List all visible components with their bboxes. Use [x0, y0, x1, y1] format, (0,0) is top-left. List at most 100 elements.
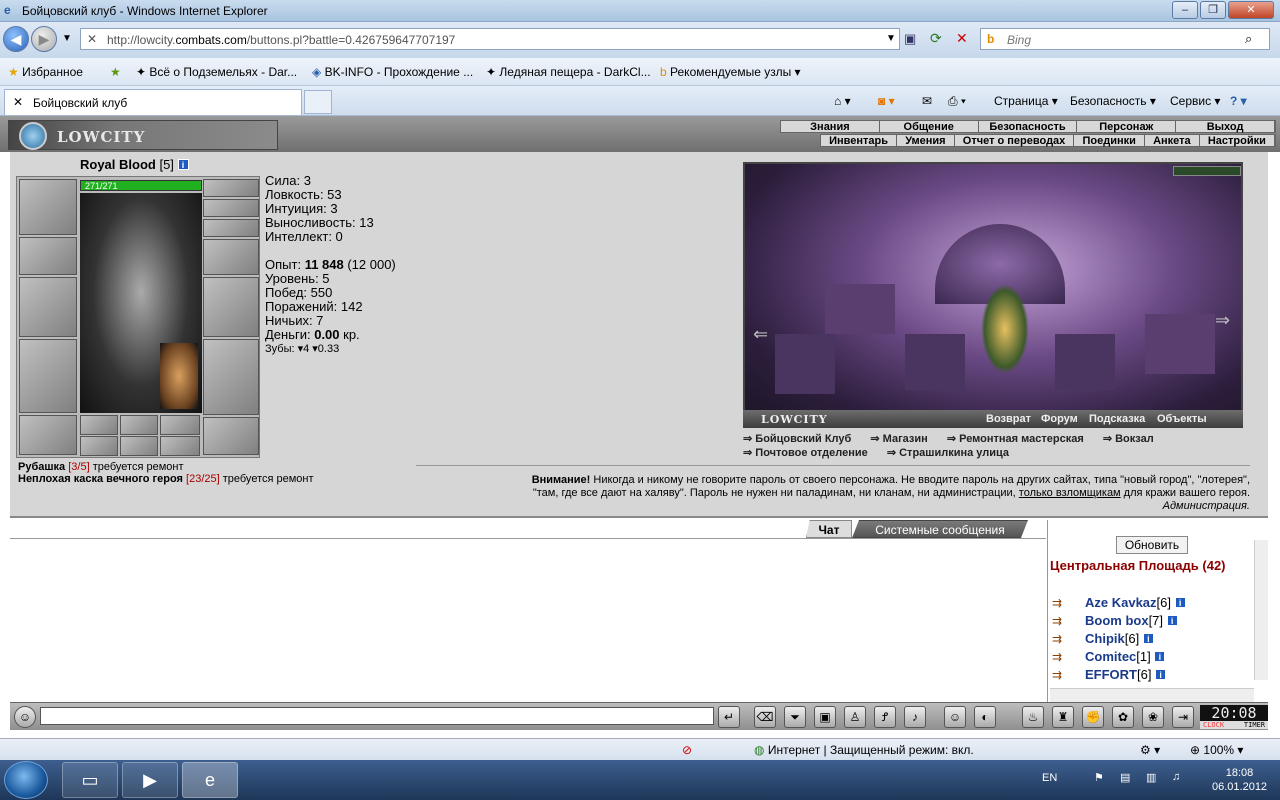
whisper-icon[interactable]: ⇉: [1052, 650, 1072, 664]
menu-settings[interactable]: Настройки: [1200, 135, 1275, 147]
favorites-button[interactable]: ★ Избранное: [8, 65, 83, 79]
print-icon[interactable]: ⎙ ▾: [948, 94, 966, 109]
stop-icon[interactable]: ✕: [956, 30, 968, 47]
menu-security[interactable]: Безопасность: [979, 121, 1078, 133]
info-icon[interactable]: i: [1154, 651, 1166, 662]
maximize-button[interactable]: ❐: [1200, 1, 1226, 19]
rune-slot-3[interactable]: [160, 436, 200, 456]
repair-building[interactable]: [1055, 334, 1115, 390]
info-icon[interactable]: i: [1142, 633, 1154, 644]
media-player-app[interactable]: ▶: [122, 762, 178, 798]
ie-app[interactable]: e: [182, 762, 238, 798]
refresh-button[interactable]: Обновить: [1116, 536, 1188, 554]
earring-slot[interactable]: [203, 179, 259, 197]
page-menu[interactable]: Страница ▾: [994, 94, 1058, 108]
location-view[interactable]: ⇐ ⇒: [743, 162, 1243, 428]
service-menu[interactable]: Сервис ▾: [1170, 94, 1220, 108]
user-row[interactable]: ⇉ Aze Kavkaz[6] i: [1050, 594, 1240, 612]
save-icon[interactable]: ▣: [814, 706, 836, 728]
menu-inventory[interactable]: Инвентарь: [821, 135, 898, 147]
send-icon[interactable]: ↵: [718, 706, 740, 728]
security-status-icon[interactable]: ⚙ ▾: [1140, 743, 1160, 757]
history-dropdown-icon[interactable]: ▼: [62, 33, 72, 44]
ring-slot-2[interactable]: [120, 415, 158, 435]
translit-icon[interactable]: Ꝭ: [874, 706, 896, 728]
whisper-icon[interactable]: ⇉: [1052, 632, 1072, 646]
tab-active[interactable]: ✕ Бойцовский клуб: [4, 89, 302, 115]
info-icon[interactable]: i: [1174, 597, 1186, 608]
user-row[interactable]: ⇉ Comitec[1] i: [1050, 648, 1240, 666]
menu-exit[interactable]: Выход: [1176, 121, 1275, 133]
search-box[interactable]: b Bing ⌕: [980, 28, 1270, 50]
place-shop[interactable]: ⇒ Магазин: [870, 433, 935, 445]
new-tab-button[interactable]: [304, 90, 332, 114]
pet-cat-image[interactable]: [160, 343, 198, 409]
address-bar[interactable]: ✕ http://lowcity.combats.com/buttons.pl?…: [80, 28, 900, 50]
whisper-icon[interactable]: ⇉: [1052, 668, 1072, 682]
potion-icon[interactable]: ♨: [1022, 706, 1044, 728]
fist-icon[interactable]: ✊: [1082, 706, 1104, 728]
boots-slot[interactable]: [203, 417, 259, 455]
refresh-icon[interactable]: ⟳: [930, 30, 942, 47]
info-icon[interactable]: i: [177, 159, 189, 170]
eraser-icon[interactable]: ⌫: [754, 706, 776, 728]
favorite-link-4[interactable]: b Рекомендуемые узлы ▾: [660, 65, 801, 79]
horizontal-scrollbar[interactable]: [1050, 688, 1254, 702]
zone-info[interactable]: ◍ Интернет | Защищенный режим: вкл.: [754, 743, 974, 757]
ring-slot-1[interactable]: [80, 415, 118, 435]
address-dropdown-icon[interactable]: ▼: [886, 33, 896, 44]
tab-system-messages[interactable]: Системные сообщения: [852, 520, 1028, 538]
gloves-slot[interactable]: [203, 239, 259, 275]
speaker-icon[interactable]: ☺: [14, 706, 36, 728]
rune-slot-1[interactable]: [80, 436, 118, 456]
network2-icon[interactable]: ▥: [1146, 771, 1156, 784]
walk-icon[interactable]: ♙: [844, 706, 866, 728]
help-icon[interactable]: ? ▾: [1230, 94, 1247, 108]
address-url[interactable]: http://lowcity.combats.com/buttons.pl?ba…: [107, 33, 455, 47]
zoom-level[interactable]: ⊕ 100% ▾: [1190, 743, 1243, 757]
favorite-link-1[interactable]: ✦ Всё о Подземельях - Dar...: [136, 65, 297, 79]
place-scary-street[interactable]: ⇒ Страшилкина улица: [887, 447, 1017, 459]
tab-chat[interactable]: Чат: [806, 520, 852, 538]
legs-slot[interactable]: [203, 339, 259, 415]
vertical-scrollbar[interactable]: [1254, 540, 1268, 680]
menu-profile[interactable]: Анкета: [1145, 135, 1200, 147]
blocked-icon[interactable]: ⊘: [682, 743, 692, 757]
home-icon[interactable]: ⌂ ▾: [834, 94, 851, 108]
exit-icon[interactable]: ⇥: [1172, 706, 1194, 728]
user-row[interactable]: ⇉ Boom box[7] i: [1050, 612, 1240, 630]
language-indicator[interactable]: EN: [1042, 772, 1057, 784]
back-button[interactable]: ◀: [3, 26, 29, 52]
shop-building[interactable]: [825, 284, 895, 334]
start-button[interactable]: [4, 761, 48, 799]
whisper-icon[interactable]: ⇉: [1052, 596, 1072, 610]
ring-slot-3[interactable]: [160, 415, 200, 435]
chest-icon[interactable]: ♜: [1052, 706, 1074, 728]
filter-icon[interactable]: ⏷: [784, 706, 806, 728]
warning-link[interactable]: только взломщикам: [1019, 487, 1121, 499]
network-icon[interactable]: ▤: [1120, 771, 1130, 784]
loc-link-forum[interactable]: Форум: [1041, 413, 1078, 425]
bracer-slot[interactable]: [19, 237, 77, 275]
favorite-link-2[interactable]: ◈ BK-INFO - Прохождение ...: [312, 65, 473, 79]
menu-skills[interactable]: Умения: [897, 135, 955, 147]
info-icon[interactable]: i: [1166, 615, 1178, 626]
volume-icon[interactable]: ♫: [1172, 771, 1180, 783]
place-repair[interactable]: ⇒ Ремонтная мастерская: [947, 433, 1092, 445]
mail-icon[interactable]: ✉: [922, 94, 932, 108]
favorite-link-3[interactable]: ✦ Ледяная пещера - DarkCl...: [486, 65, 651, 79]
minimize-button[interactable]: –: [1172, 1, 1198, 19]
arrow-left-icon[interactable]: ⇐: [753, 324, 768, 345]
place-fight-club[interactable]: ⇒ Бойцовский Клуб: [743, 433, 859, 445]
loc-link-back[interactable]: Возврат: [986, 413, 1031, 425]
gift-icon[interactable]: ✿: [1112, 706, 1134, 728]
whisper-icon[interactable]: ⇉: [1052, 614, 1072, 628]
club-building[interactable]: [775, 334, 835, 394]
loc-link-help[interactable]: Подсказка: [1089, 413, 1145, 425]
character-name[interactable]: Royal Blood [5] i: [80, 157, 189, 172]
search-magnifier-icon[interactable]: ⌕: [1245, 31, 1252, 47]
smile-icon[interactable]: ☺: [944, 706, 966, 728]
explorer-app[interactable]: ▭: [62, 762, 118, 798]
arrow-right-icon[interactable]: ⇒: [1215, 310, 1230, 331]
clock[interactable]: 18:08 06.01.2012: [1212, 766, 1267, 794]
